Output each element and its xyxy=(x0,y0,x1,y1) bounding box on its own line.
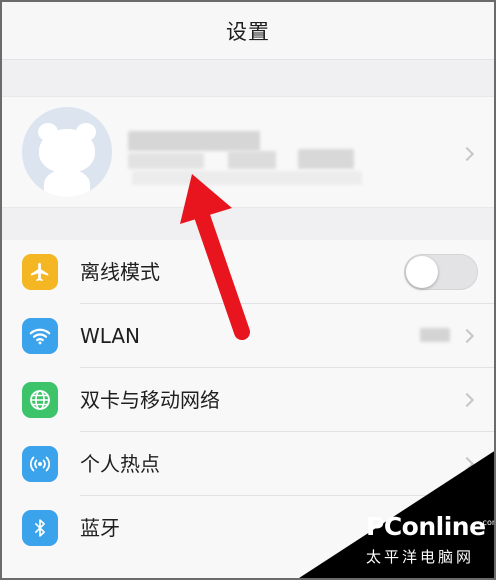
settings-row-label: 离线模式 xyxy=(80,260,160,284)
blurred-account-info xyxy=(132,171,362,185)
settings-screen: 设置 离线模式 WLAN 双卡与移动网络 个人热点 蓝牙 PConline .c… xyxy=(0,0,496,580)
wifi-glyph xyxy=(29,328,51,345)
chevron-right-icon xyxy=(459,392,475,408)
settings-row-airplane-mode[interactable]: 离线模式 xyxy=(2,240,494,304)
airplane-icon xyxy=(22,254,58,290)
hotspot-glyph xyxy=(29,456,51,472)
airplane-mode-toggle[interactable] xyxy=(404,254,478,290)
blurred-account-info xyxy=(228,151,276,169)
settings-row-label: 个人热点 xyxy=(80,452,160,476)
section-gap xyxy=(2,208,494,240)
settings-row-wlan[interactable]: WLAN xyxy=(2,304,494,368)
watermark-brand-cn: 太平洋电脑网 xyxy=(366,548,475,566)
airplane-glyph xyxy=(30,262,49,282)
avatar-head xyxy=(39,129,95,173)
blurred-account-name xyxy=(128,131,260,151)
settings-row-label: 蓝牙 xyxy=(80,516,120,540)
globe-glyph xyxy=(30,390,50,410)
navigation-bar: 设置 xyxy=(2,2,494,60)
pconline-watermark: PConline .com.cn 太平洋电脑网 xyxy=(366,512,494,576)
account-row[interactable] xyxy=(2,96,494,208)
toggle-knob xyxy=(406,256,438,288)
bluetooth-icon xyxy=(22,510,58,546)
blurred-account-info xyxy=(298,149,354,169)
settings-row-label: 双卡与移动网络 xyxy=(80,388,220,412)
blurred-account-info xyxy=(128,153,204,169)
avatar-body xyxy=(44,169,90,197)
watermark-domain-suffix: .com.cn xyxy=(480,518,494,527)
wifi-icon xyxy=(22,318,58,354)
blurred-wlan-network-name xyxy=(420,328,450,342)
settings-row-dual-sim[interactable]: 双卡与移动网络 xyxy=(2,368,494,432)
watermark-brand: PConline xyxy=(366,512,486,541)
avatar xyxy=(22,107,112,197)
section-gap xyxy=(2,61,494,96)
bluetooth-glyph xyxy=(35,519,46,537)
chevron-right-icon xyxy=(459,328,475,344)
chevron-right-icon xyxy=(459,146,475,162)
globe-icon xyxy=(22,382,58,418)
settings-row-label: WLAN xyxy=(80,324,141,348)
page-title: 设置 xyxy=(226,19,270,44)
hotspot-icon xyxy=(22,446,58,482)
